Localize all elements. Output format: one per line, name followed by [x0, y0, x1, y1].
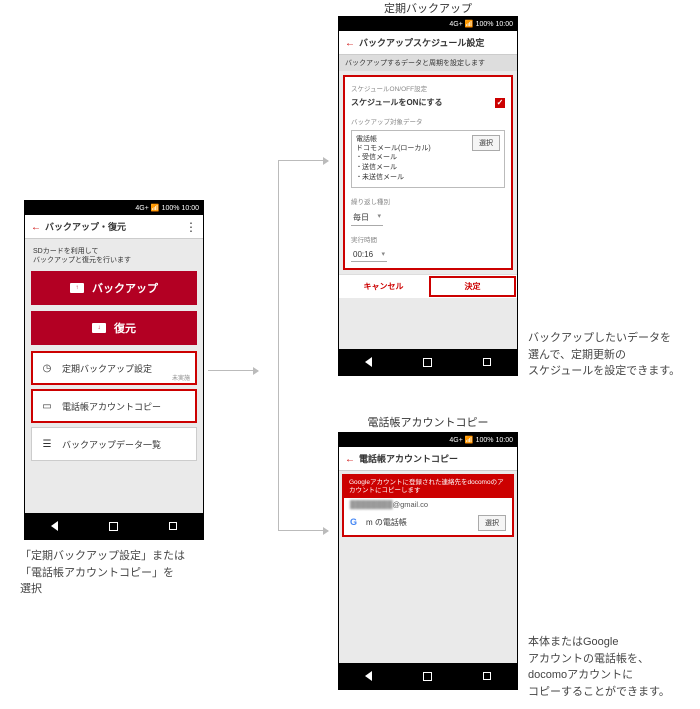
time-label: 実行時間 [351, 234, 505, 244]
schedule-form: スケジュールON/OFF設定 スケジュールをONにする ✓ バックアップ対象デー… [343, 75, 513, 270]
more-icon[interactable]: ⋮ [185, 220, 197, 234]
statusbar: 4G+📶 100%10:00 [339, 433, 517, 447]
time-dropdown[interactable]: 00:16 [351, 248, 387, 262]
navbar [339, 663, 517, 689]
target-data-box: 電話帳 ドコモメール(ローカル) 受信メール 送信メール 未送信メール 選択 [351, 130, 505, 188]
nav-home-icon[interactable] [109, 522, 118, 531]
sched-caption: バックアップしたいデータを 選んで、定期更新の スケジュールを設定できます。 [528, 330, 680, 380]
sd-down-icon: ↓ [92, 323, 106, 333]
arrow-to-sched [278, 160, 328, 161]
appbar: ← バックアップスケジュール設定 [339, 31, 517, 55]
nav-back-icon[interactable] [365, 357, 372, 367]
phone-schedule: 4G+📶 100%10:00 ← バックアップスケジュール設定 バックアップする… [338, 16, 518, 376]
statusbar: 4G+📶 100%10:00 [339, 17, 517, 31]
copy-caption: 本体またはGoogle アカウントの電話帳を、 docomoアカウントに コピー… [528, 634, 670, 700]
nav-recent-icon[interactable] [483, 672, 491, 680]
contact-copy-option[interactable]: ▭ 電話帳アカウントコピー [31, 389, 197, 423]
checkbox-icon[interactable]: ✓ [495, 98, 505, 108]
navbar [339, 349, 517, 375]
phone-main: 4G+ 📶 100% 10:00 ← バックアップ・復元 ⋮ SDカードを利用し… [24, 200, 204, 540]
info-text: バックアップするデータと周期を設定します [339, 55, 517, 71]
back-icon[interactable]: ← [345, 38, 355, 48]
navbar [25, 513, 203, 539]
repeat-label: 繰り返し種別 [351, 196, 505, 206]
data-recv: 受信メール [356, 153, 431, 163]
arrow-out [208, 370, 258, 371]
sd-description: SDカードを利用してバックアップと復元を行います [33, 247, 197, 265]
nav-back-icon[interactable] [365, 671, 372, 681]
nav-home-icon[interactable] [423, 672, 432, 681]
onoff-label: スケジュールON/OFF設定 [351, 83, 505, 93]
select-button[interactable]: 選択 [478, 515, 506, 531]
backup-data-list-option[interactable]: ☰ バックアップデータ一覧 [31, 427, 197, 461]
google-account-row[interactable]: G m の電話帳 選択 [344, 511, 512, 535]
wifi-icon: 📶 [151, 204, 160, 212]
main-caption: 「定期バックアップ設定」または 「電話帳アカウントコピー」を 選択 [20, 548, 185, 598]
back-icon[interactable]: ← [345, 454, 355, 464]
phone-copy: 4G+📶 100%10:00 ← 電話帳アカウントコピー Googleアカウント… [338, 432, 518, 690]
clock: 10:00 [181, 205, 199, 212]
appbar: ← バックアップ・復元 ⋮ [25, 215, 203, 239]
nav-back-icon[interactable] [51, 521, 58, 531]
page-title: バックアップスケジュール設定 [359, 36, 511, 49]
page-title: 電話帳アカウントコピー [359, 452, 511, 465]
account-highlight-box: Googleアカウントに登録された連絡先をdocomoのアカウントにコピーします… [342, 474, 514, 537]
restore-button[interactable]: ↓ 復元 [31, 311, 197, 345]
list-icon: ☰ [40, 437, 54, 451]
target-label: バックアップ対象データ [351, 116, 505, 126]
copy-heading: 電話帳アカウントコピー [338, 414, 518, 430]
page-title: バックアップ・復元 [45, 220, 185, 233]
appbar: ← 電話帳アカウントコピー [339, 447, 517, 471]
nav-home-icon[interactable] [423, 358, 432, 367]
cancel-button[interactable]: キャンセル [339, 275, 428, 298]
statusbar: 4G+ 📶 100% 10:00 [25, 201, 203, 215]
data-sent: 送信メール [356, 163, 431, 173]
arrow-to-copy [278, 530, 328, 531]
back-icon[interactable]: ← [31, 222, 41, 232]
signal-icon: 4G+ [135, 205, 148, 212]
copy-notice: Googleアカウントに登録された連絡先をdocomoのアカウントにコピーします [344, 476, 512, 498]
data-unsent: 未送信メール [356, 173, 431, 183]
sd-up-icon: ↑ [70, 283, 84, 293]
battery-icon: 100% [162, 205, 180, 212]
schedule-on-row[interactable]: スケジュールをONにする ✓ [351, 97, 505, 108]
nav-recent-icon[interactable] [169, 522, 177, 530]
repeat-dropdown[interactable]: 毎日 [351, 210, 383, 226]
scheduled-backup-option[interactable]: ◷ 定期バックアップ設定 未実施 [31, 351, 197, 385]
google-icon: G [350, 517, 362, 529]
select-button[interactable]: 選択 [472, 135, 500, 151]
nav-recent-icon[interactable] [483, 358, 491, 366]
dialog-buttons: キャンセル 決定 [339, 274, 517, 298]
sched-heading: 定期バックアップ [338, 0, 518, 16]
vline [278, 160, 279, 530]
email-row: ████████@gmail.co [344, 498, 512, 511]
ok-button[interactable]: 決定 [428, 275, 517, 298]
clock-icon: ◷ [40, 361, 54, 375]
backup-button[interactable]: ↑ バックアップ [31, 271, 197, 305]
data-docomo-mail: ドコモメール(ローカル) [356, 144, 431, 153]
data-phonebook: 電話帳 [356, 135, 431, 144]
opt1-status: 未実施 [172, 373, 190, 382]
contacts-icon: ▭ [40, 399, 54, 413]
